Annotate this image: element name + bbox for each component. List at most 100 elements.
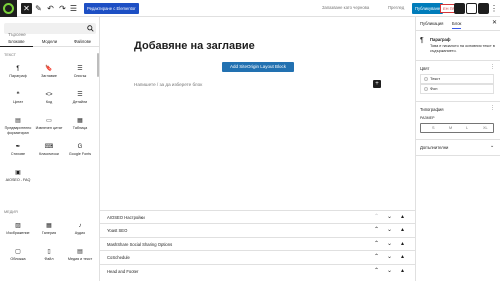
font-size-picker[interactable]: S M L XL [420, 123, 494, 133]
metabox-panel[interactable]: Head and Footer ⌃ ⌄ ▴ [100, 263, 415, 277]
settings-sidebar: Публикация Блок ✕ ¶ Параграф Това е нача… [415, 17, 500, 281]
metabox-title[interactable]: MashShare Social Sharing Options [107, 242, 172, 247]
settings-icon[interactable] [478, 3, 489, 14]
block-item[interactable]: ❝ Цитат [3, 91, 33, 113]
block-item[interactable]: ▣ AIOSEO - FAQ [3, 169, 33, 191]
block-item[interactable]: ⌨ Класически [34, 143, 64, 165]
block-label: Заглавие [41, 74, 57, 78]
metabox-panel[interactable]: AIOSEO Настройки ⌃ ⌄ ▴ [100, 210, 415, 223]
inserter-scrollbar[interactable] [97, 53, 99, 77]
section-label-media: Медия [4, 210, 18, 214]
metabox-panel[interactable]: Yoast SEO ⌃ ⌄ ▴ [100, 223, 415, 237]
metabox-title[interactable]: CoSchedule [107, 255, 130, 260]
block-label: Стихове [10, 152, 26, 156]
move-up-icon[interactable]: ⌃ [370, 213, 383, 220]
block-item[interactable]: <> Код [34, 91, 64, 113]
size-option-l[interactable]: L [466, 126, 468, 130]
block-item[interactable]: 🔖 Заглавие [34, 65, 64, 87]
block-item[interactable]: ☰ Списък [65, 65, 95, 87]
wordpress-logo-icon[interactable] [0, 0, 17, 17]
move-up-icon[interactable]: ⌃ [370, 240, 383, 247]
toggle-panel-icon[interactable]: ▴ [396, 213, 409, 220]
move-down-icon[interactable]: ⌄ [383, 213, 396, 220]
siteorigin-layout-button[interactable]: Add SiteOrigin Layout Block [222, 62, 294, 72]
block-item[interactable]: ▭ Извлечен цитат [34, 117, 64, 139]
publish-button[interactable]: Публикуване [412, 3, 444, 14]
aioseo-icon[interactable] [454, 3, 465, 14]
tab-patterns[interactable]: Модели [33, 39, 66, 44]
block-name: Параграф [430, 37, 451, 42]
toggle-panel-icon[interactable]: ▴ [396, 240, 409, 247]
block-item[interactable]: ☰ Детайли [65, 91, 95, 113]
block-label: Файл [44, 257, 54, 261]
block-label: Извлечен цитат [35, 126, 63, 130]
undo-icon[interactable]: ↶ [46, 3, 55, 14]
post-title-input[interactable]: Добавяне на заглавие [134, 40, 255, 52]
redo-icon[interactable]: ↷ [58, 3, 67, 14]
block-item[interactable]: ¶ Параграф [3, 65, 33, 87]
background-color-item[interactable]: Фон [420, 84, 494, 94]
yoast-icon[interactable] [466, 3, 477, 14]
color-options-icon[interactable]: ⋮ [490, 64, 495, 70]
metabox-controls: ⌃ ⌄ ▴ [370, 213, 409, 220]
image-icon: ▨ [15, 223, 21, 229]
move-up-icon[interactable]: ⌃ [370, 267, 383, 274]
metabox-controls: ⌃ ⌄ ▴ [370, 253, 409, 260]
metabox-panel[interactable]: CoSchedule ⌃ ⌄ ▴ [100, 250, 415, 264]
metabox-panel[interactable]: MashShare Social Sharing Options ⌃ ⌄ ▴ [100, 236, 415, 250]
block-appender[interactable]: Напишете / за да изберете блок [134, 82, 202, 87]
move-up-icon[interactable]: ⌃ [370, 226, 383, 233]
move-down-icon[interactable]: ⌄ [383, 226, 396, 233]
metabox-title[interactable]: AIOSEO Настройки [107, 215, 145, 220]
text-color-item[interactable]: Текст [420, 74, 494, 84]
block-item[interactable]: G Google Fonts [65, 143, 95, 165]
size-option-m[interactable]: M [449, 126, 452, 130]
tab-media[interactable]: Файлове [66, 39, 99, 44]
size-option-s[interactable]: S [432, 126, 435, 130]
close-inserter-button[interactable]: ✕ [21, 3, 32, 14]
tab-blocks[interactable]: Блокове [0, 39, 33, 47]
typography-heading: Типография [420, 107, 444, 112]
block-item[interactable]: ▤ Предварително форматиран [3, 117, 33, 139]
save-draft-button[interactable]: Запазване като чернова [322, 5, 369, 10]
advanced-panel-toggle[interactable]: Допълнителни [420, 145, 448, 150]
block-item[interactable]: ▦ Галерия [34, 222, 64, 244]
table-icon: ▦ [77, 118, 83, 124]
pencil-icon[interactable]: ✎ [34, 3, 43, 14]
move-down-icon[interactable]: ⌄ [383, 253, 396, 260]
preview-button[interactable]: Преглед [388, 5, 404, 10]
toggle-panel-icon[interactable]: ▴ [396, 267, 409, 274]
list-view-icon[interactable]: ☰ [69, 3, 78, 14]
toggle-panel-icon[interactable]: ▴ [396, 226, 409, 233]
block-item[interactable]: ♪ Аудио [65, 222, 95, 244]
block-item[interactable]: ▢ Обложка [3, 248, 33, 270]
block-item[interactable]: ▦ Таблица [65, 117, 95, 139]
metabox-title[interactable]: Yoast SEO [107, 228, 127, 233]
pullquote-icon: ▭ [46, 118, 52, 124]
block-label: Аудио [74, 231, 86, 235]
block-label: Изображение [6, 231, 30, 235]
chevron-down-icon[interactable]: ⌄ [490, 143, 494, 149]
list-icon: ☰ [77, 66, 83, 72]
move-up-icon[interactable]: ⌃ [370, 253, 383, 260]
inserter-search[interactable] [4, 23, 96, 40]
block-item[interactable]: ▨ Изображение [3, 222, 33, 244]
tab-post[interactable]: Публикация [420, 21, 443, 26]
block-label: Галерия [41, 231, 57, 235]
metabox-title[interactable]: Head and Footer [107, 269, 138, 274]
close-icon[interactable]: ✕ [492, 19, 497, 26]
add-block-button[interactable]: + [373, 80, 381, 88]
block-item[interactable]: ▯ Файл [34, 248, 64, 270]
toggle-panel-icon[interactable]: ▴ [396, 253, 409, 260]
move-down-icon[interactable]: ⌄ [383, 240, 396, 247]
block-item[interactable]: ▤ Медия и текст [65, 248, 95, 270]
block-item[interactable]: ✒ Стихове [3, 143, 33, 165]
typography-options-icon[interactable]: ⋮ [490, 105, 495, 111]
size-option-xl[interactable]: XL [483, 126, 488, 130]
editor-toolbar: ✕ ✎ ↶ ↷ ☰ Редактиране с Elementor Запазв… [0, 0, 500, 17]
edit-with-elementor-button[interactable]: Редактиране с Elementor [84, 3, 139, 14]
more-vertical-icon[interactable]: ⋮ [490, 3, 498, 14]
tab-block[interactable]: Блок [452, 21, 462, 29]
metabox-controls: ⌃ ⌄ ▴ [370, 226, 409, 233]
move-down-icon[interactable]: ⌄ [383, 267, 396, 274]
